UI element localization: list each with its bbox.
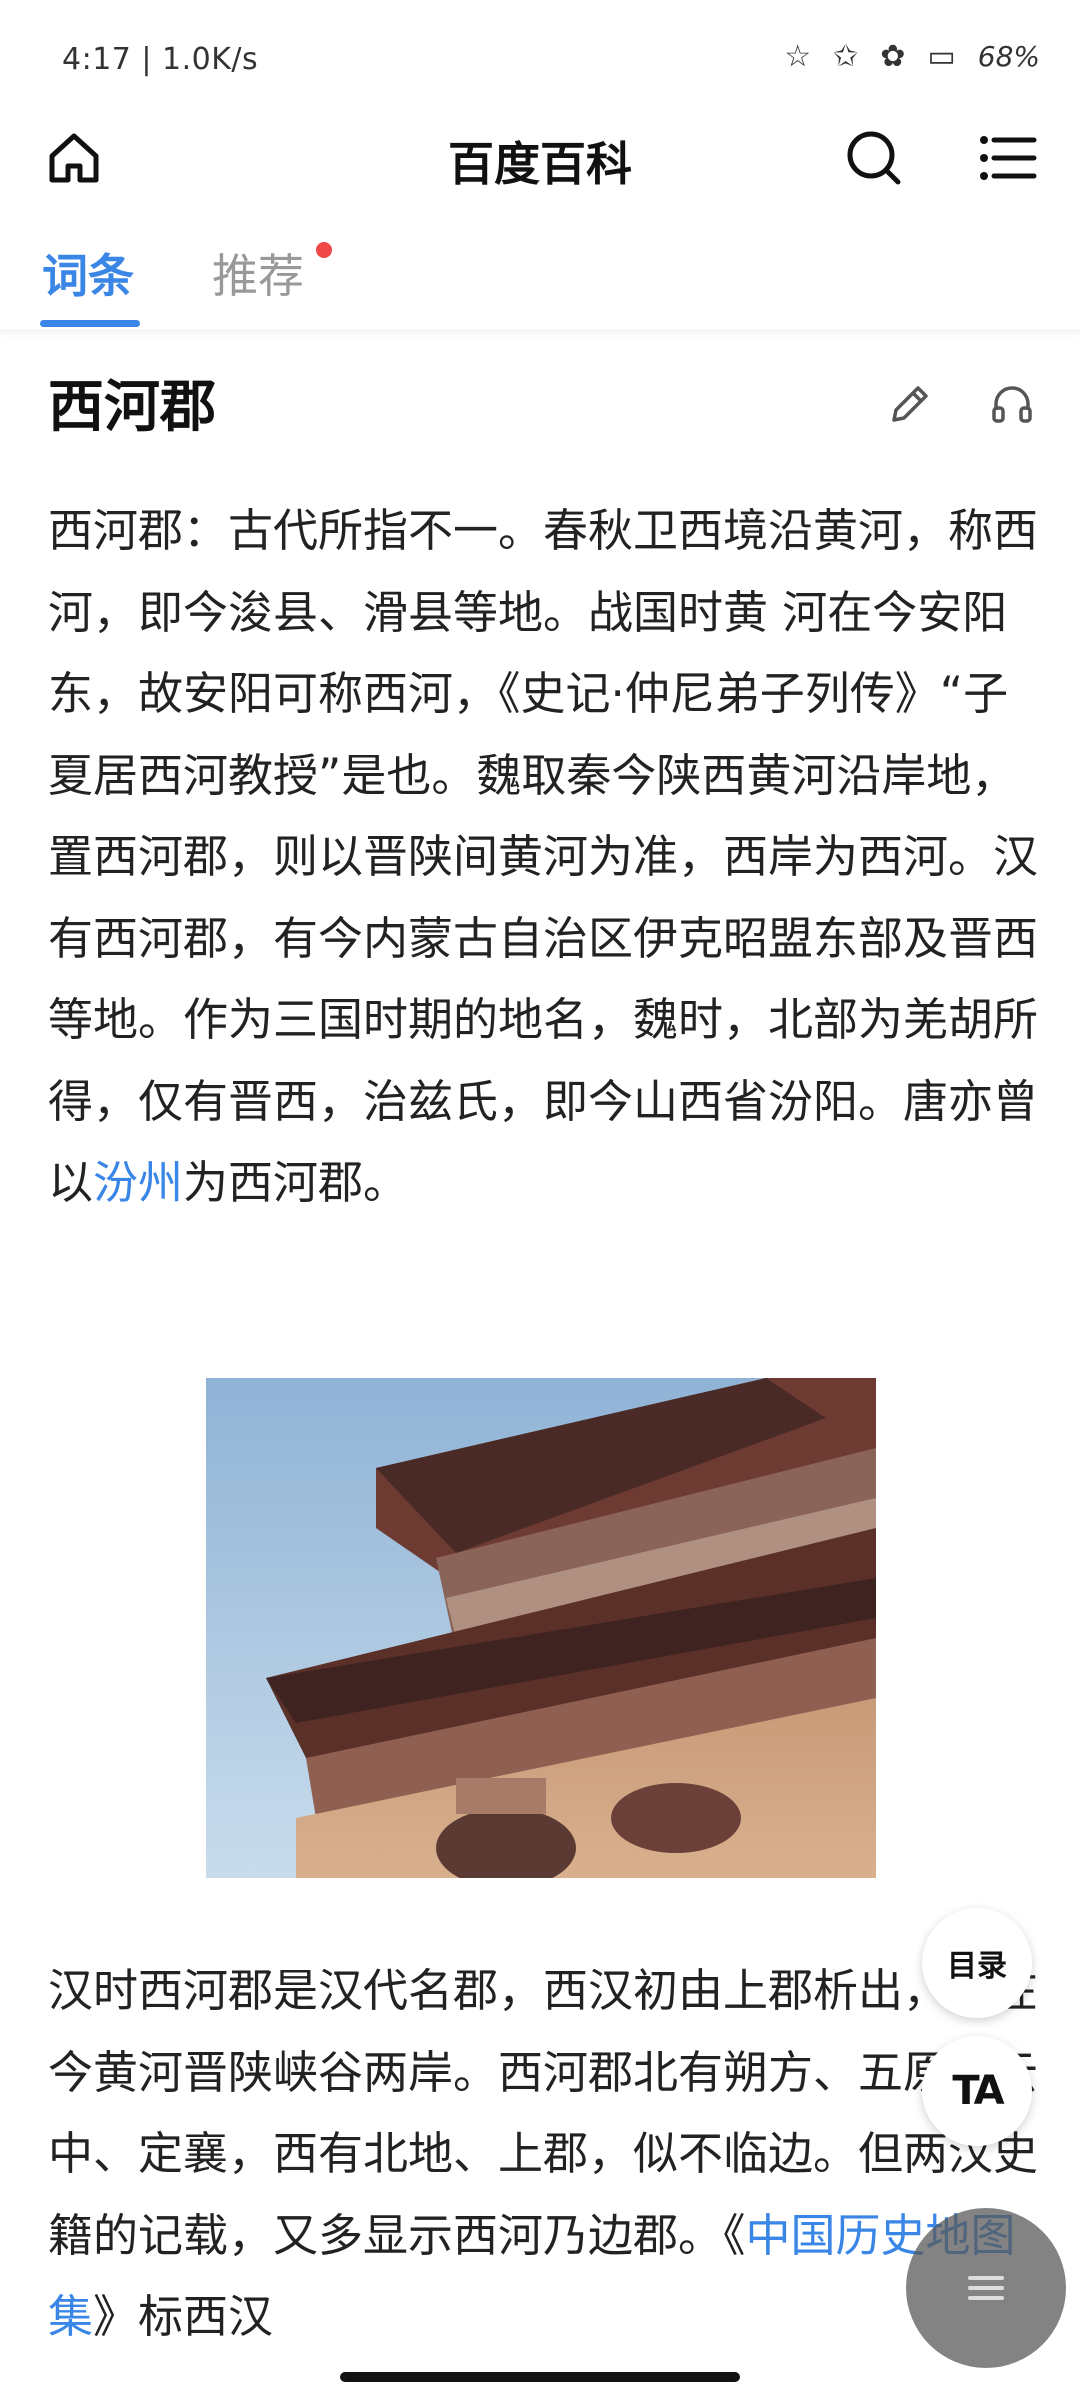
notification-dot xyxy=(316,242,332,258)
home-indicator[interactable] xyxy=(340,2372,740,2382)
tab-bar xyxy=(0,230,1080,331)
star-outline-icon: ✩ xyxy=(833,38,859,74)
entry-title: 西河郡 xyxy=(48,375,216,440)
edit-icon[interactable] xyxy=(886,380,934,428)
status-bar: 4:17 | 1.0K/s ☆ ✩ ✿ ▭ 68% xyxy=(0,0,1080,120)
menu-icon[interactable] xyxy=(976,126,1040,190)
tab-entry[interactable]: 词条 xyxy=(42,240,134,306)
status-icons: ☆ ✩ ✿ ▭ 68% xyxy=(784,40,1040,73)
pinwheel-icon: ✿ xyxy=(880,38,906,74)
assistive-ball[interactable] xyxy=(906,2208,1066,2368)
star-icon: ☆ xyxy=(784,38,812,74)
paragraph-text: 为西河郡。 xyxy=(183,1156,409,1209)
status-time: 4:17 | 1.0K/s xyxy=(62,42,259,77)
link-fenzhou[interactable]: 汾州 xyxy=(93,1156,183,1209)
battery-icon: ▭ xyxy=(927,38,956,74)
tab-recommend[interactable]: 推荐 xyxy=(212,240,304,306)
paragraph-text: 》标西汉 xyxy=(93,2290,274,2343)
article-image[interactable] xyxy=(206,1378,876,1878)
toc-button-label: 目录 xyxy=(947,1949,1007,1984)
toc-button[interactable]: 目录 xyxy=(922,1908,1032,2018)
headphones-icon[interactable] xyxy=(988,380,1036,428)
battery-level: 68% xyxy=(977,40,1040,73)
font-size-button[interactable]: TA xyxy=(922,2036,1032,2146)
paragraph-text: 西河郡：古代所指不一。春秋卫西境沿黄河，称西河，即今浚县、滑县等地。战国时黄 河… xyxy=(48,504,1039,1209)
app-title: 百度百科 xyxy=(448,137,632,191)
entry-paragraph: 西河郡：古代所指不一。春秋卫西境沿黄河，称西河，即今浚县、滑县等地。战国时黄 河… xyxy=(48,490,1038,1224)
font-size-label: TA xyxy=(952,2068,1004,2114)
active-tab-indicator xyxy=(40,320,140,327)
search-icon[interactable] xyxy=(842,126,906,190)
entry-paragraph: 汉时西河郡是汉代名郡，西汉初由上郡析出，地在今黄河晋陕峡谷两岸。西河郡北有朔方、… xyxy=(48,1950,1038,2358)
lines-icon xyxy=(968,2276,1004,2300)
